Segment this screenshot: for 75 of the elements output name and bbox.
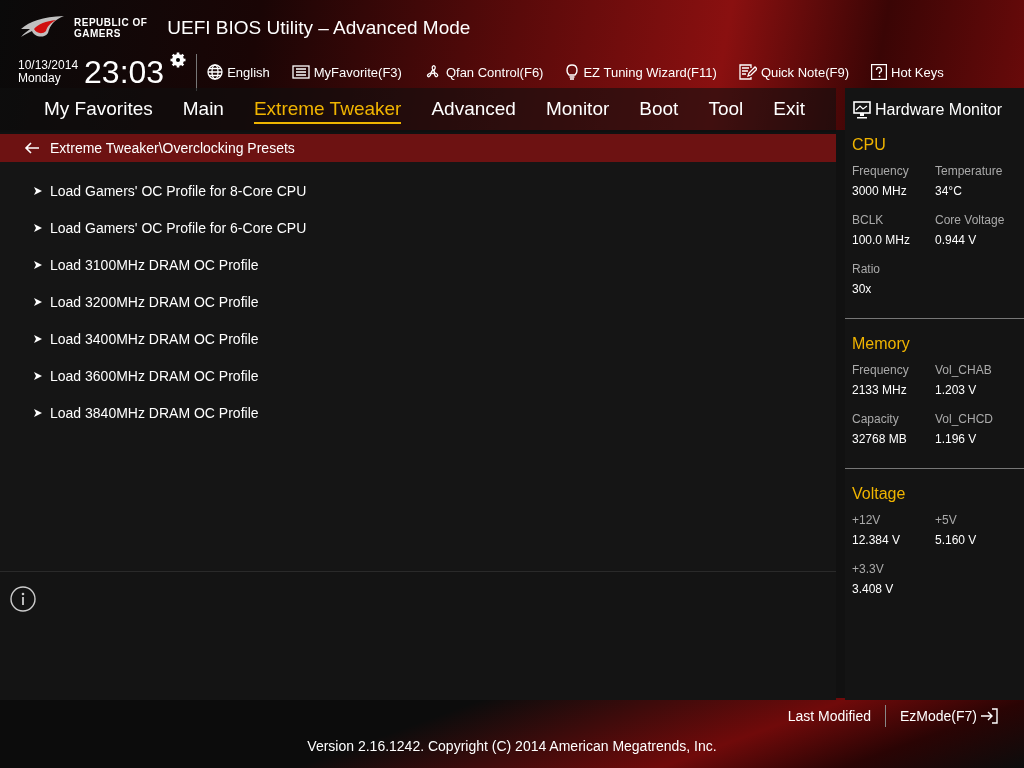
reading-value: 2133 MHz [852,383,908,397]
reading-label: Core Voltage [935,213,1006,227]
help-icon [871,64,887,80]
reading-value: 12.384 V [852,533,902,547]
nav-tab[interactable]: Extreme Tweaker [253,96,402,124]
toolbar-button[interactable]: MyFavorite(F3) [291,64,402,80]
reading-label: +12V [852,513,882,527]
day-text: Monday [18,72,62,85]
arrow-icon [34,371,42,380]
menu-item[interactable]: Load 3200MHz DRAM OC Profile [50,293,259,310]
version-text: Version 2.16.1242. Copyright (C) 2014 American Megatrends, Inc. [307,738,717,754]
section-title: CPU [852,135,887,155]
reading-value: 3000 MHz [852,184,908,198]
reading-label: Ratio [852,262,881,276]
reading-value: 3.408 V [852,582,895,596]
clock-time: 23:03 [84,53,165,91]
globe-icon [207,64,224,80]
lightbulb-icon [565,63,580,81]
arrow-icon [34,186,42,195]
nav-tab[interactable]: Monitor [545,96,610,124]
arrow-icon [34,260,42,269]
nav-tab[interactable]: Tool [708,96,744,124]
arrow-icon [34,223,42,232]
section-title: Memory [852,334,911,354]
ez-mode-button[interactable]: EzMode(F7) [885,708,1012,724]
reading-label: +3.3V [852,562,885,576]
nav-tab[interactable]: Advanced [431,96,516,124]
reading-label: Vol_CHCD [935,412,995,426]
reading-value: 32768 MB [852,432,908,446]
menu-item[interactable]: Load 3840MHz DRAM OC Profile [50,404,259,421]
reading-value: 1.196 V [935,432,978,446]
logo-text: REPUBLIC OF GAMERS [74,17,148,39]
toolbar-button[interactable]: Quick Note(F9) [738,64,849,80]
toolbar-button[interactable]: EZ Tuning Wizard(F11) [565,63,717,81]
exit-icon [980,708,998,724]
menu-item[interactable]: Load Gamers' OC Profile for 8-Core CPU [50,182,307,199]
nav-tab[interactable]: Boot [639,96,679,124]
date-text: 10/13/2014 [18,59,79,72]
nav-tab[interactable]: My Favorites [44,96,153,124]
reading-label: Vol_CHAB [935,363,993,377]
panel-title: Hardware Monitor [875,101,1003,119]
list-icon [291,65,310,79]
nav-tab[interactable]: Exit [773,96,805,124]
breadcrumb-text: Extreme Tweaker\Overclocking Presets [50,140,295,156]
back-arrow-icon[interactable] [24,142,40,154]
reading-value: 30x [852,282,873,296]
reading-label: Temperature [935,164,1004,178]
toolbar-button[interactable]: English [207,64,270,80]
menu-item[interactable]: Load Gamers' OC Profile for 6-Core CPU [50,219,307,236]
window-title: UEFI BIOS Utility – Advanced Mode [167,17,471,39]
nav-tab[interactable]: Main [182,96,224,124]
menu-item[interactable]: Load 3600MHz DRAM OC Profile [50,367,259,384]
arrow-icon [34,408,42,417]
reading-value: 100.0 MHz [852,233,912,247]
reading-value: 34°C [935,184,963,198]
arrow-icon [34,334,42,343]
reading-label: Frequency [852,164,910,178]
toolbar-button[interactable]: Hot Keys [871,64,944,80]
arrow-icon [34,297,42,306]
section-title: Voltage [852,484,907,504]
reading-label: +5V [935,513,958,527]
reading-value: 1.203 V [935,383,978,397]
reading-value: 0.944 V [935,233,978,247]
info-icon [10,586,36,612]
toolbar-button[interactable]: Qfan Control(F6) [423,64,544,80]
reading-label: BCLK [852,213,885,227]
reading-value: 5.160 V [935,533,978,547]
reading-label: Capacity [852,412,900,426]
settings-icon[interactable] [170,51,187,68]
note-icon [738,64,757,80]
menu-item[interactable]: Load 3400MHz DRAM OC Profile [50,330,259,347]
reading-label: Frequency [852,363,910,377]
monitor-icon [853,101,871,119]
menu-item[interactable]: Load 3100MHz DRAM OC Profile [50,256,259,273]
last-modified-button[interactable]: Last Modified [773,708,885,724]
